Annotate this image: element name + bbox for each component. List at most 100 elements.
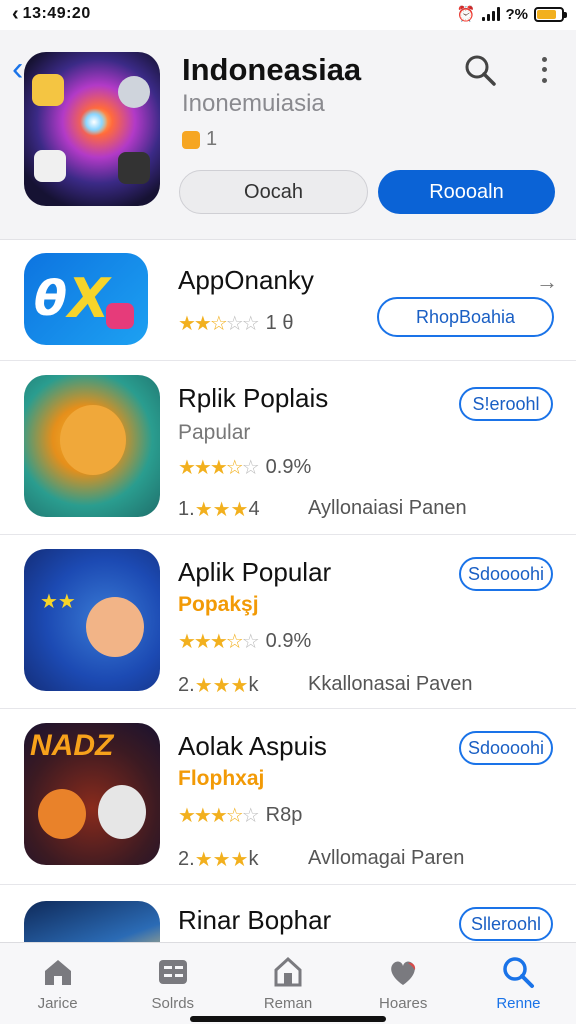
instagram-badge-icon	[106, 303, 134, 329]
status-bar: ‹ 13:49:20 ⏰ ?%	[0, 0, 576, 28]
rank-line: 2. ★★★ k	[178, 673, 258, 698]
star-empty-icon: ☆	[241, 631, 260, 653]
back-chevron-status-icon[interactable]: ‹	[12, 3, 19, 26]
star-icon: ★★★	[194, 849, 249, 871]
dot	[541, 78, 547, 84]
primary-button[interactable]: Roooaln	[378, 170, 555, 214]
tab-bar: Jarice Solrds Reman Hoares Renne	[0, 942, 576, 1024]
page-subtitle: Inonemuiasia	[182, 90, 325, 117]
star-half-icon: ☆	[225, 631, 244, 653]
back-icon[interactable]: ‹	[12, 52, 23, 86]
get-button[interactable]: S!eroohl	[459, 387, 553, 421]
heart-icon	[391, 961, 416, 985]
battery-icon	[534, 6, 567, 22]
rank-info: 1	[182, 128, 217, 151]
mini-compass-icon	[118, 76, 150, 108]
tab-solrds[interactable]: Solrds	[115, 943, 230, 1024]
app-name: Aplik Popular	[178, 557, 332, 587]
tab-label: Renne	[496, 995, 541, 1012]
rating-stars: ★★★ ☆ ☆ 0.9%	[178, 629, 311, 654]
app-list: θ X AppOnanky → ★★ ☆ ☆☆ 1 θ RhopBoahia Rpl…	[0, 241, 576, 971]
rank-number: 1.	[178, 498, 195, 520]
more-options-button[interactable]	[536, 54, 552, 86]
rating-value: 0.9%	[265, 630, 312, 652]
app-icon: ★★	[24, 549, 160, 691]
star-icon: ★★★	[178, 457, 228, 479]
list-item[interactable]: θ X AppOnanky → ★★ ☆ ☆☆ 1 θ RhopBoahia	[0, 241, 576, 361]
star-empty-icon: ☆☆	[225, 313, 260, 335]
rating-stars: ★★★ ☆ ☆ R8p	[178, 803, 302, 828]
rank-value: 1	[206, 128, 218, 150]
app-icon: θ X	[24, 253, 148, 345]
tab-label: Solrds	[151, 995, 195, 1012]
rank-value: k	[248, 674, 259, 696]
arrow-right-icon[interactable]: →	[536, 269, 558, 295]
app-logo-text: NADZ	[30, 729, 114, 762]
tab-hoares[interactable]: Hoares	[346, 943, 461, 1024]
battery-text: ?%	[505, 5, 529, 23]
dot	[541, 56, 547, 62]
tab-label: Reman	[263, 995, 313, 1012]
app-name: Rplik Poplais	[178, 383, 329, 413]
star-half-icon: ☆	[225, 805, 244, 827]
star-icon: ★★★	[178, 805, 228, 827]
install-count: Kkallonasai Paven	[308, 673, 473, 695]
rating-value: R8p	[265, 804, 303, 826]
star-half-icon: ☆	[225, 457, 244, 479]
app-header: ‹ Indoneasiaa Inonemuiasia 1 Oocah Roooa…	[0, 30, 576, 240]
rank-number: 2.	[178, 674, 195, 696]
list-item[interactable]: NADZ Aolak Aspuis Flophxaj ★★★ ☆ ☆ R8p 2. …	[0, 709, 576, 885]
secondary-button[interactable]: Oocah	[179, 170, 368, 214]
get-button[interactable]: Slleroohl	[459, 907, 553, 941]
tab-reman[interactable]: Reman	[230, 943, 345, 1024]
house-icon	[274, 956, 302, 987]
mini-game-icon	[118, 152, 150, 184]
star-icon: ★★	[178, 313, 212, 335]
rating-value: 1 θ	[265, 312, 294, 334]
rank-value: k	[248, 848, 259, 870]
get-button[interactable]: Sdoooohi	[459, 731, 553, 765]
search-icon	[503, 957, 535, 988]
home-indicator[interactable]	[190, 1016, 386, 1022]
app-category: Papular	[178, 421, 251, 444]
list-icon	[158, 960, 187, 984]
signal-icon	[481, 7, 500, 21]
app-icon: NADZ	[24, 723, 160, 865]
star-decor-icon: ★★	[40, 591, 76, 613]
alarm-icon: ⏰	[456, 6, 476, 23]
logo-mark: θ	[34, 271, 67, 327]
star-icon: ★★★	[194, 499, 249, 521]
rocket-icon	[80, 108, 108, 136]
mini-chat-icon	[32, 74, 64, 106]
battery-fill	[537, 9, 557, 19]
tab-renne[interactable]: Renne	[461, 943, 576, 1024]
page-title: Indoneasiaa	[182, 52, 362, 87]
get-button[interactable]: RhopBoahia	[377, 297, 554, 337]
list-item[interactable]: Rplik Poplais Papular ★★★ ☆ ☆ 0.9% 1. ★★★ …	[0, 361, 576, 535]
rank-line: 2. ★★★ k	[178, 847, 258, 872]
rating-stars: ★★ ☆ ☆☆ 1 θ	[178, 311, 293, 336]
star-icon: ★★★	[194, 675, 249, 697]
character-left	[38, 789, 86, 839]
mini-play-icon	[34, 150, 66, 182]
character-face	[60, 405, 126, 475]
character-right	[98, 785, 146, 839]
rank-number: 2.	[178, 848, 195, 870]
get-button[interactable]: Sdoooohi	[459, 557, 553, 591]
install-count: Ayllonaiasi Panen	[308, 497, 467, 519]
rating-stars: ★★★ ☆ ☆ 0.9%	[178, 455, 311, 480]
app-name: AppOnanky	[178, 265, 314, 295]
status-right: ⏰ ?%	[456, 5, 567, 23]
tab-label: Hoares	[379, 995, 428, 1012]
rank-badge-icon	[182, 130, 200, 149]
star-empty-icon: ☆	[241, 457, 260, 479]
search-button[interactable]	[462, 52, 498, 88]
home-icon	[44, 960, 71, 985]
star-empty-icon: ☆	[241, 805, 260, 827]
app-name: Aolak Aspuis	[178, 731, 327, 761]
tab-jarice[interactable]: Jarice	[0, 943, 115, 1024]
logo-x: X	[68, 267, 110, 330]
list-item[interactable]: ★★ Aplik Popular Popakşj ★★★ ☆ ☆ 0.9% 2. ★…	[0, 535, 576, 709]
search-icon	[465, 55, 496, 86]
install-count: Avllomagai Paren	[308, 847, 465, 869]
